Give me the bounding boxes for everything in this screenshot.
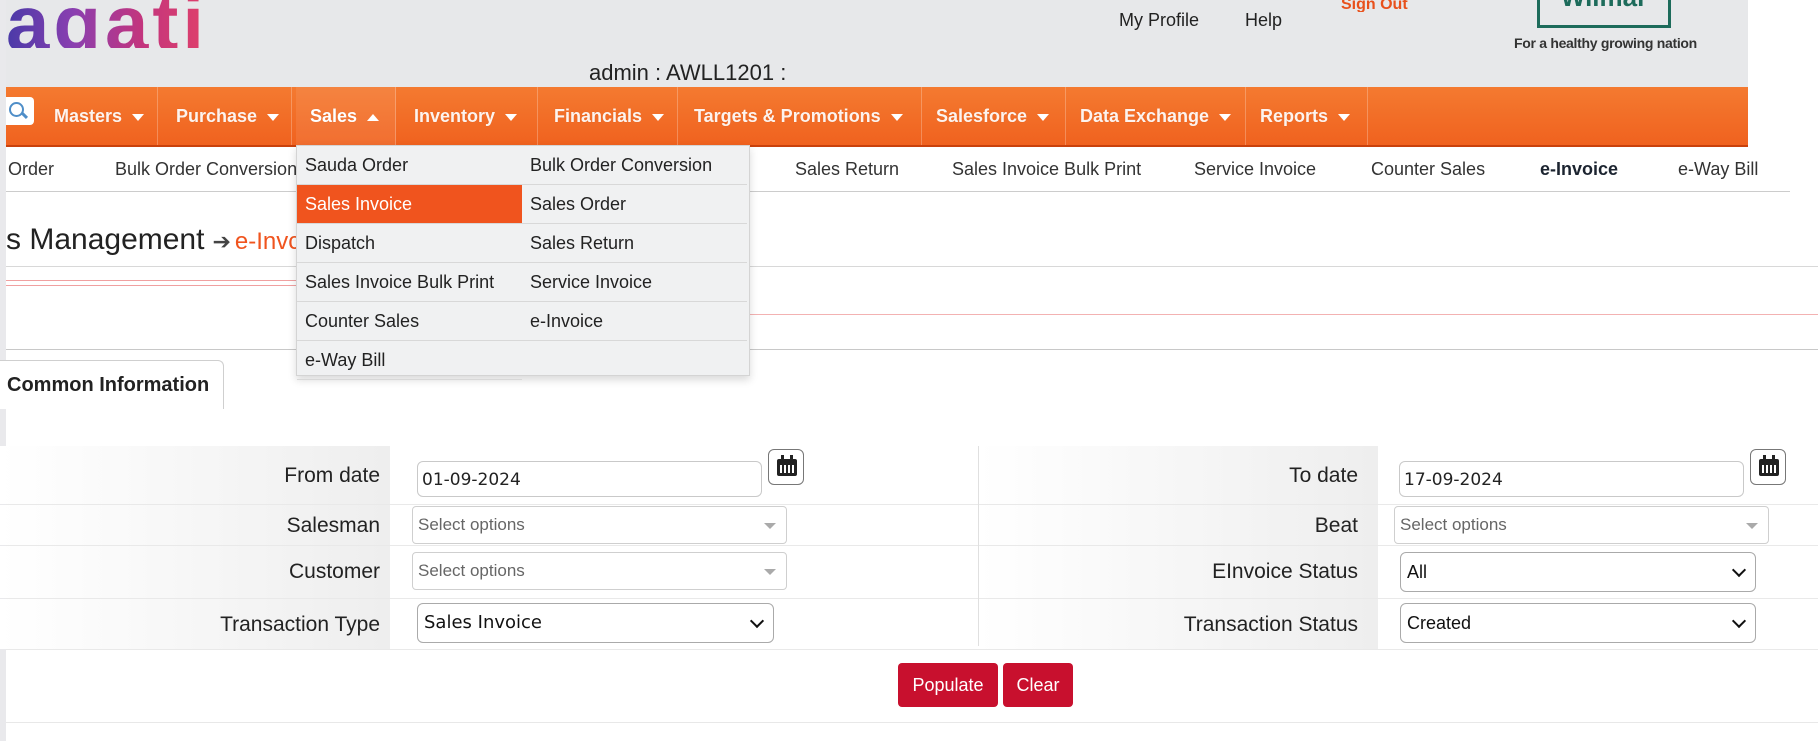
- salesman-select[interactable]: Select options: [412, 506, 787, 544]
- my-profile-link[interactable]: My Profile: [1119, 10, 1199, 31]
- clear-button[interactable]: Clear: [1003, 663, 1073, 707]
- menu-item-sales-invoice-bulk-print[interactable]: Sales Invoice Bulk Print: [297, 263, 522, 302]
- calendar-icon[interactable]: [1750, 449, 1786, 485]
- accent-rule: [640, 314, 1818, 315]
- nav-reports[interactable]: Reports: [1246, 87, 1368, 145]
- menu-item-dispatch[interactable]: Dispatch: [297, 224, 522, 263]
- salesman-label: Salesman: [286, 514, 380, 537]
- divider: [6, 266, 1818, 267]
- nav-financials[interactable]: Financials: [538, 87, 678, 145]
- subnav-service-invoice[interactable]: Service Invoice: [1194, 159, 1316, 180]
- chevron-down-icon: [1746, 523, 1758, 529]
- arrow-right-icon: ➔: [212, 229, 231, 254]
- subnav-sales-return[interactable]: Sales Return: [795, 159, 899, 180]
- transaction-status-select[interactable]: Created: [1400, 603, 1756, 643]
- subnav-bulk-order-conversion[interactable]: Bulk Order Conversion: [115, 159, 297, 180]
- caret-down-icon: [1338, 113, 1351, 121]
- nav-targets-promotions[interactable]: Targets & Promotions: [678, 87, 922, 145]
- chevron-down-icon: [764, 569, 776, 575]
- caret-down-icon: [890, 113, 903, 121]
- calendar-icon[interactable]: [768, 449, 804, 485]
- subnav-e-invoice[interactable]: e-Invoice: [1540, 159, 1618, 180]
- search-icon[interactable]: [6, 97, 34, 125]
- user-info: admin : AWLL1201 :: [589, 60, 787, 85]
- tab-common-information[interactable]: Common Information: [0, 360, 224, 409]
- column-divider: [978, 446, 979, 646]
- from-date-input[interactable]: 01-09-2024: [417, 461, 762, 497]
- transaction-type-select[interactable]: Sales Invoice: [417, 603, 774, 643]
- accent-rule: [6, 280, 296, 286]
- nav-salesforce[interactable]: Salesforce: [922, 87, 1066, 145]
- subnav-counter-sales[interactable]: Counter Sales: [1371, 159, 1485, 180]
- chevron-down-icon: [1731, 562, 1747, 578]
- einvoice-status-select[interactable]: All: [1400, 552, 1756, 592]
- chevron-down-icon: [764, 523, 776, 529]
- caret-down-icon: [505, 113, 518, 121]
- caret-down-icon: [132, 113, 145, 121]
- beat-label: Beat: [1314, 514, 1358, 537]
- caret-down-icon: [1037, 113, 1050, 121]
- menu-item-sauda-order[interactable]: Sauda Order: [297, 146, 522, 185]
- caret-down-icon: [652, 113, 665, 121]
- row-separator: [6, 649, 1818, 650]
- brand-tagline: For a healthy growing nation: [1514, 35, 1697, 51]
- beat-select[interactable]: Select options: [1394, 506, 1769, 544]
- to-date-label: To date: [1289, 464, 1358, 487]
- customer-select[interactable]: Select options: [412, 552, 787, 590]
- main-nav: Masters Purchase Sales Inventory Financi…: [6, 87, 1748, 147]
- menu-item-counter-sales[interactable]: Counter Sales: [297, 302, 522, 341]
- dropdown-column-right: Bulk Order Conversion Sales Order Sales …: [522, 146, 747, 341]
- populate-button[interactable]: Populate: [898, 663, 998, 707]
- menu-item-service-invoice[interactable]: Service Invoice: [522, 263, 747, 302]
- customer-label: Customer: [288, 560, 380, 583]
- divider: [6, 349, 1818, 350]
- to-date-input[interactable]: 17-09-2024: [1399, 461, 1744, 497]
- menu-item-sales-invoice[interactable]: Sales Invoice: [297, 185, 522, 224]
- subnav-e-way-bill[interactable]: e-Way Bill: [1678, 159, 1758, 180]
- nav-inventory[interactable]: Inventory: [396, 87, 538, 145]
- einvoice-status-label: EInvoice Status: [1212, 560, 1358, 583]
- menu-item-sales-order[interactable]: Sales Order: [522, 185, 747, 224]
- subnav-order[interactable]: Order: [8, 159, 54, 180]
- brand-name: Wilmar: [1561, 0, 1647, 12]
- app-logo[interactable]: agati: [6, 0, 208, 48]
- nav-masters[interactable]: Masters: [36, 87, 158, 145]
- nav-purchase[interactable]: Purchase: [158, 87, 292, 145]
- row-separator: [6, 504, 1818, 505]
- caret-down-icon: [1219, 113, 1232, 121]
- sign-out-link[interactable]: Sign Out: [1341, 0, 1408, 12]
- page-title: s Management ➔ e-Invc: [6, 223, 300, 257]
- transaction-status-label: Transaction Status: [1183, 613, 1358, 636]
- page-title-text: s Management: [6, 223, 205, 256]
- subnav-sales-invoice-bulk-print[interactable]: Sales Invoice Bulk Print: [952, 159, 1141, 180]
- caret-up-icon: [367, 113, 380, 121]
- menu-item-e-invoice[interactable]: e-Invoice: [522, 302, 747, 341]
- dropdown-column-left: Sauda Order Sales Invoice Dispatch Sales…: [297, 146, 522, 380]
- sales-dropdown-menu: Sauda Order Sales Invoice Dispatch Sales…: [296, 145, 750, 380]
- app-header: agati My Profile Help Sign Out Wilmar Fo…: [6, 0, 1748, 87]
- caret-down-icon: [267, 113, 280, 121]
- row-separator: [6, 598, 1818, 599]
- help-link[interactable]: Help: [1245, 10, 1282, 31]
- from-date-label: From date: [284, 464, 380, 487]
- sub-nav: Order Bulk Order Conversion Sales Return…: [6, 147, 1790, 192]
- breadcrumb[interactable]: e-Invc: [235, 228, 300, 255]
- menu-item-bulk-order-conversion[interactable]: Bulk Order Conversion: [522, 146, 747, 185]
- transaction-type-label: Transaction Type: [220, 613, 380, 636]
- menu-item-e-way-bill[interactable]: e-Way Bill: [297, 341, 522, 380]
- menu-item-sales-return[interactable]: Sales Return: [522, 224, 747, 263]
- chevron-down-icon: [749, 613, 765, 629]
- wilmar-logo: Wilmar: [1537, 0, 1671, 28]
- nav-sales[interactable]: Sales: [296, 87, 396, 145]
- row-separator: [6, 545, 1818, 546]
- divider: [6, 722, 1818, 723]
- chevron-down-icon: [1731, 613, 1747, 629]
- nav-data-exchange[interactable]: Data Exchange: [1066, 87, 1246, 145]
